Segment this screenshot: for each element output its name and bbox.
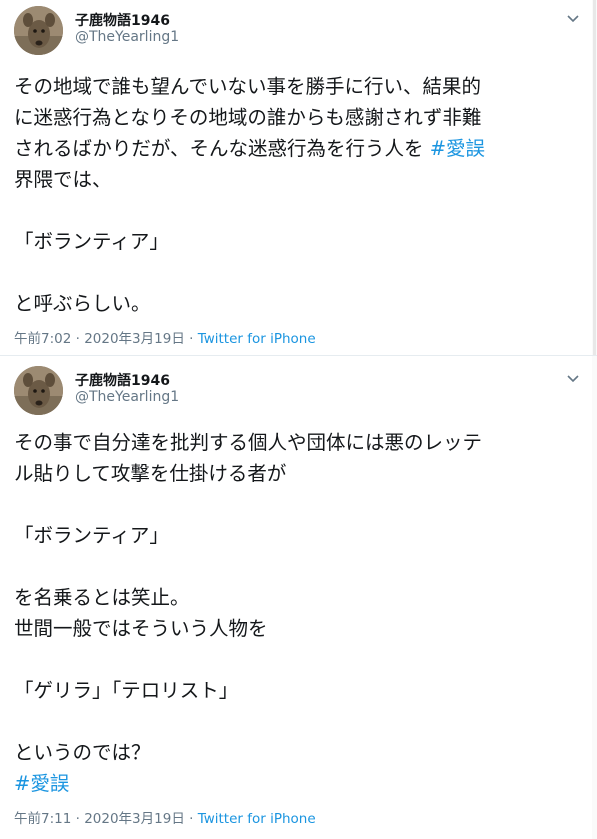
tweet-text: その事で自分達を批判する個人や団体には悪のレッテ ル貼りして攻撃を仕掛ける者が … (14, 427, 584, 799)
tweet-text-line: その地域で誰も望んでいない事を勝手に行い、結果的 (14, 75, 482, 98)
tweet-meta: 午前7:11 · 2020年3月19日 · Twitter for iPhone (14, 807, 316, 827)
author-name[interactable]: 子鹿物語1946 (75, 10, 170, 30)
hashtag-link[interactable]: #愛誤 (14, 772, 69, 795)
tweet-text-continued: 界隈では、 「ボランティア」 と呼ぶらしい。 (14, 168, 169, 315)
chevron-down-icon[interactable] (565, 370, 581, 386)
tweet-text: その地域で誰も望んでいない事を勝手に行い、結果的 に迷惑行為となりその地域の誰か… (14, 71, 584, 319)
source-link[interactable]: Twitter for iPhone (198, 331, 316, 347)
chevron-down-icon[interactable] (565, 10, 581, 26)
deer-avatar-icon (14, 366, 63, 415)
tweet[interactable]: 子鹿物語1946 @TheYearling1 その地域で誰も望んでいない事を勝手… (0, 0, 597, 356)
hashtag-link[interactable]: #愛誤 (430, 137, 485, 160)
deer-avatar-icon (14, 6, 63, 55)
author-handle[interactable]: @TheYearling1 (75, 29, 179, 45)
timestamp[interactable]: 午前7:02 · 2020年3月19日 · (14, 331, 198, 347)
tweet-text-line: されるばかりだが、そんな迷惑行為を行う人を (14, 137, 430, 160)
avatar[interactable] (14, 366, 63, 415)
avatar[interactable] (14, 6, 63, 55)
source-link[interactable]: Twitter for iPhone (198, 811, 316, 827)
author-name[interactable]: 子鹿物語1946 (75, 370, 170, 390)
tweet-meta: 午前7:02 · 2020年3月19日 · Twitter for iPhone (14, 327, 316, 347)
author-handle[interactable]: @TheYearling1 (75, 389, 179, 405)
tweet-text-body: その事で自分達を批判する個人や団体には悪のレッテ ル貼りして攻撃を仕掛ける者が … (14, 431, 483, 764)
tweet[interactable]: 子鹿物語1946 @TheYearling1 その事で自分達を批判する個人や団体… (0, 356, 597, 839)
tweet-text-line: に迷惑行為となりその地域の誰からも感謝されず非難 (14, 106, 482, 129)
timestamp[interactable]: 午前7:11 · 2020年3月19日 · (14, 811, 198, 827)
